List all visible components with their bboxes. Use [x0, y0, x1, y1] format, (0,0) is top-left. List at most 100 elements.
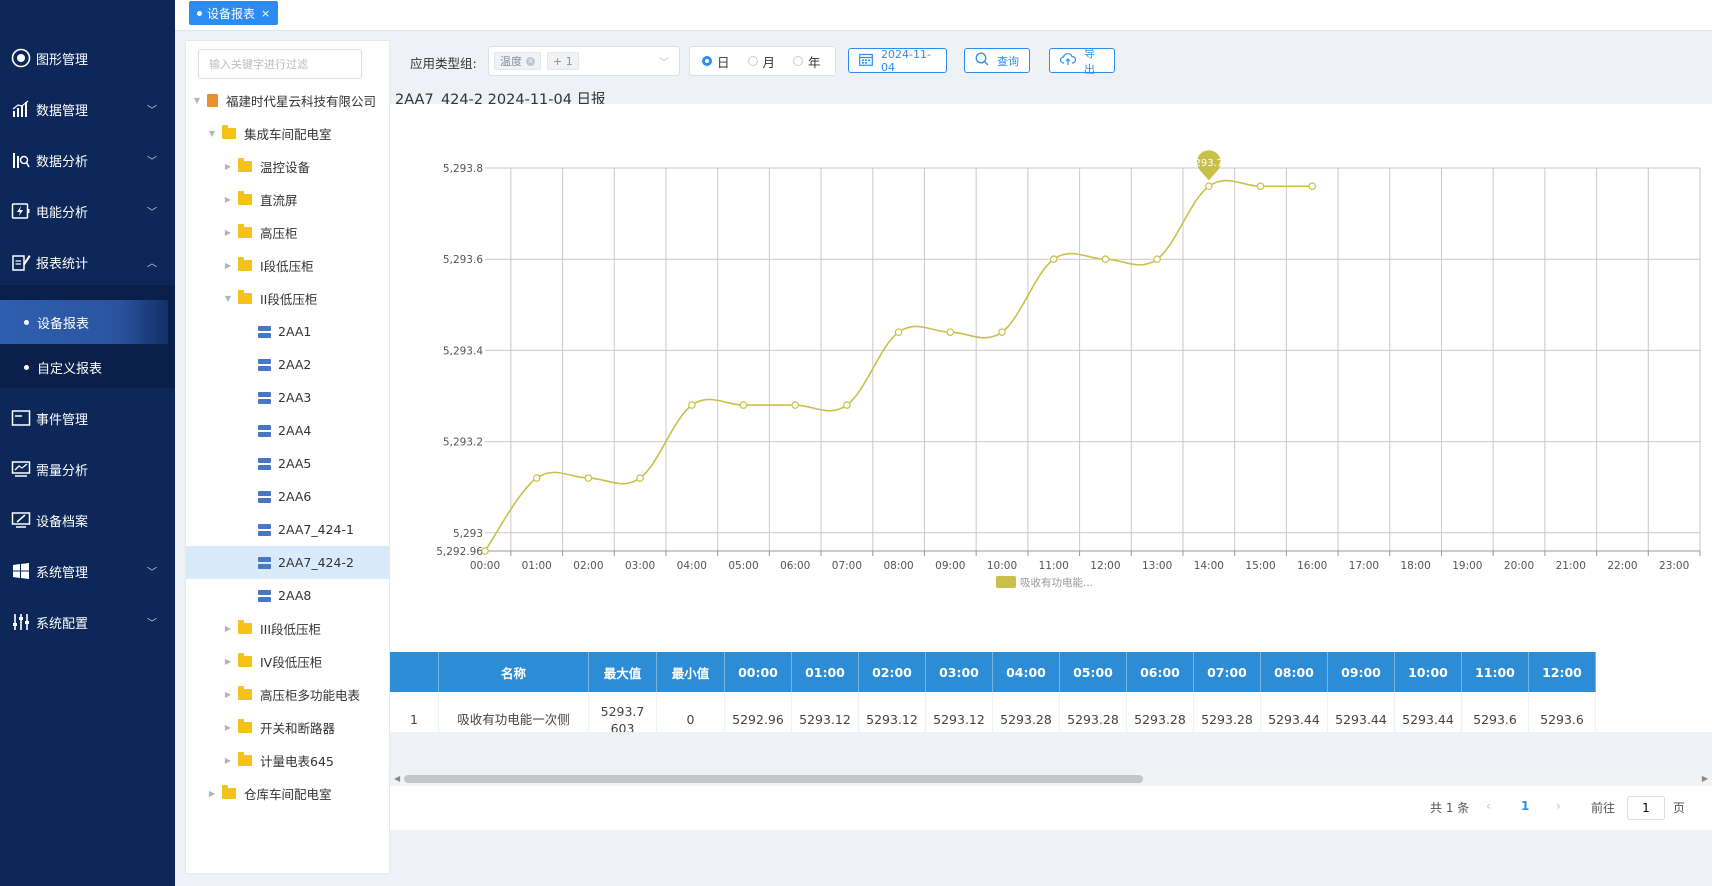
date-value: 2024-11-04	[881, 47, 931, 74]
nav-label: 图形管理	[36, 52, 89, 68]
x-tick-label: 18:00	[1401, 560, 1431, 572]
tree-node-folder[interactable]: ▼ II段低压柜	[186, 282, 389, 315]
table-cell: 5293.12	[859, 692, 926, 732]
tree-node-room[interactable]: ▼ 集成车间配电室	[186, 117, 389, 150]
data-point	[946, 328, 955, 336]
calendar-icon	[859, 53, 873, 69]
table-cell: 5293.6	[1529, 692, 1596, 732]
export-button[interactable]: 导出	[1049, 47, 1115, 76]
tag-close-icon[interactable]: ×	[526, 56, 535, 66]
nav-graphics-management[interactable]: 图形管理	[0, 35, 175, 81]
tree-node-label: 高压柜多功能电表	[260, 688, 361, 703]
tree-node-device[interactable]: 2AA8	[186, 579, 389, 612]
nav-data-analysis[interactable]: 数据分析 ﹀	[0, 137, 175, 183]
folder-icon	[238, 620, 252, 634]
tree-node-label: 2AA1	[278, 324, 312, 339]
nav-data-management[interactable]: 数据管理 ﹀	[0, 86, 175, 132]
data-point	[532, 474, 541, 482]
table-header-cell: 03:00	[926, 652, 993, 692]
table-header-cell: 最小值	[657, 652, 725, 692]
nav-system-config[interactable]: 系统配置 ﹀	[0, 599, 175, 645]
nav-energy-analysis[interactable]: 电能分析 ﹀	[0, 188, 175, 234]
page-jump-input[interactable]	[1627, 796, 1665, 820]
caret-right-icon: ▶	[224, 723, 232, 732]
device-icon	[258, 523, 271, 536]
nav-demand-analysis[interactable]: 需量分析	[0, 446, 175, 492]
nav-report-statistics[interactable]: 报表统计 ︿	[0, 239, 175, 285]
x-tick-label: 05:00	[728, 560, 758, 572]
event-icon	[10, 407, 32, 429]
table-header-cell: 09:00	[1328, 652, 1395, 692]
series-line	[484, 179, 1313, 552]
x-tick-label: 09:00	[935, 560, 965, 572]
tree-node-folder[interactable]: ▶ I段低压柜	[186, 249, 389, 282]
device-icon	[258, 589, 271, 602]
type-group-select[interactable]: 温度 × + 1 ﹀	[488, 46, 680, 76]
sub-custom-report[interactable]: 自定义报表	[0, 345, 175, 389]
close-icon[interactable]: ×	[261, 7, 270, 20]
next-page-button[interactable]: ›	[1556, 799, 1561, 813]
folder-icon	[238, 257, 252, 271]
tree-node-device-selected[interactable]: 2AA7_424-2	[186, 546, 389, 579]
date-picker[interactable]: 2024-11-04	[848, 47, 947, 74]
nav-system-management[interactable]: 系统管理 ﹀	[0, 548, 175, 594]
nav-event-management[interactable]: 事件管理	[0, 395, 175, 441]
scroll-right-icon[interactable]: ▶	[1702, 772, 1708, 786]
nav-device-archive[interactable]: 设备档案	[0, 497, 175, 543]
bullet-icon	[24, 364, 29, 370]
table-header-cell	[390, 652, 439, 692]
radio-day[interactable]: 日	[702, 52, 730, 71]
caret-right-icon: ▶	[224, 657, 232, 666]
radio-month[interactable]: 月	[747, 52, 775, 71]
x-tick-label: 10:00	[987, 560, 1017, 572]
tree-node-device[interactable]: 2AA7_424-1	[186, 513, 389, 546]
tree-node-room[interactable]: ▶ 仓库车间配电室	[186, 777, 389, 810]
tree-node-folder[interactable]: ▶ 高压柜多功能电表	[186, 678, 389, 711]
data-point	[1049, 255, 1058, 263]
tree-node-folder[interactable]: ▶ 高压柜	[186, 216, 389, 249]
table-horizontal-scrollbar[interactable]: ◀ ▶	[390, 772, 1712, 786]
tree-node-label: 高压柜	[260, 226, 298, 241]
tree-node-label: 2AA6	[278, 489, 312, 504]
tree-node-label: 2AA7_424-2	[278, 555, 354, 570]
tree-node-folder[interactable]: ▶ III段低压柜	[186, 612, 389, 645]
export-label: 导出	[1084, 46, 1095, 76]
nav-label: 设备档案	[36, 514, 89, 530]
sliders-icon	[10, 611, 32, 633]
total-count: 共 1 条	[1430, 801, 1470, 815]
tree-node-device[interactable]: 2AA2	[186, 348, 389, 381]
legend-swatch	[996, 576, 1016, 588]
tree-node-folder[interactable]: ▶ 开关和断路器	[186, 711, 389, 744]
table-cell: 5293.28	[1194, 692, 1261, 732]
device-icon	[258, 424, 271, 437]
tree-node-folder[interactable]: ▶ 温控设备	[186, 150, 389, 183]
nav-label: 系统配置	[36, 616, 89, 632]
radio-year[interactable]: 年	[793, 52, 821, 71]
scrollbar-thumb[interactable]	[404, 775, 1143, 783]
tree-node-folder[interactable]: ▶ IV段低压柜	[186, 645, 389, 678]
tree-node-folder[interactable]: ▶ 计量电表645	[186, 744, 389, 777]
tree-node-folder[interactable]: ▶ 直流屏	[186, 183, 389, 216]
tree-node-device[interactable]: 2AA3	[186, 381, 389, 414]
caret-down-icon: ▼	[208, 129, 216, 138]
scroll-left-icon[interactable]: ◀	[394, 772, 400, 786]
tree-node-company[interactable]: ▼ 福建时代星云科技有限公司	[186, 84, 389, 117]
tree-node-device[interactable]: 2AA6	[186, 480, 389, 513]
folder-icon	[222, 125, 236, 139]
x-tick-label: 14:00	[1194, 560, 1224, 572]
tree-node-device[interactable]: 2AA1	[186, 315, 389, 348]
tab-device-report[interactable]: 设备报表 ×	[189, 1, 279, 25]
table-header-cell: 06:00	[1127, 652, 1194, 692]
tree-node-device[interactable]: 2AA5	[186, 447, 389, 480]
query-button[interactable]: 查询	[964, 48, 1030, 73]
tree-filter-input[interactable]	[198, 49, 362, 79]
windows-icon	[10, 560, 32, 582]
sub-device-report[interactable]: 设备报表	[0, 300, 168, 344]
device-icon	[258, 556, 271, 569]
tree-node-device[interactable]: 2AA4	[186, 414, 389, 447]
y-tick-label: 5,293.4	[443, 345, 483, 357]
caret-right-icon: ▶	[224, 690, 232, 699]
page-number-current[interactable]: 1	[1521, 799, 1529, 813]
data-point	[1256, 182, 1265, 191]
prev-page-button[interactable]: ‹	[1486, 799, 1491, 813]
